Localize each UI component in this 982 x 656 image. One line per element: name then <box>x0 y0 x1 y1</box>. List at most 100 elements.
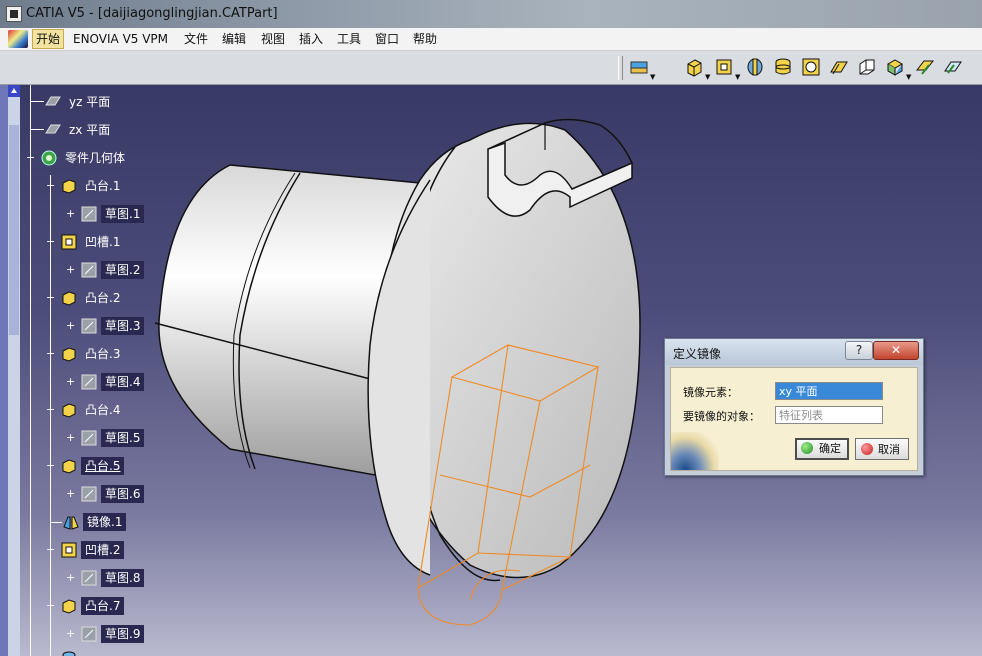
collapse-toggle[interactable]: − <box>46 180 55 191</box>
ok-icon <box>801 442 813 454</box>
tree-node-sketch-6[interactable]: 草图.6 <box>80 483 145 505</box>
tree-node-pocket-2[interactable]: 凹槽.2 <box>60 539 125 561</box>
groove-icon[interactable] <box>772 56 794 78</box>
sketch-icon <box>81 262 97 278</box>
loft-icon[interactable] <box>942 56 964 78</box>
collapse-toggle[interactable]: − <box>46 236 55 247</box>
pad-icon <box>62 179 76 194</box>
pad-icon <box>62 599 76 614</box>
pocket-icon <box>61 542 77 558</box>
tree-node-pad-3[interactable]: 凸台.3 <box>60 343 124 365</box>
dialog-title-bar[interactable]: 定义镜像 ? ✕ <box>665 339 923 365</box>
tree-scrollbar[interactable] <box>8 85 20 656</box>
close-button[interactable]: ✕ <box>873 341 919 360</box>
menu-file[interactable]: 文件 <box>181 31 211 47</box>
pad-icon <box>62 347 76 362</box>
plane-icon <box>45 124 61 134</box>
menu-insert[interactable]: 插入 <box>296 31 326 47</box>
tree-node-part-body[interactable]: 零件几何体 <box>40 147 129 169</box>
tree-node-pad-7[interactable]: 凸台.7 <box>60 595 125 617</box>
cancel-icon <box>861 443 873 455</box>
pad-icon <box>62 459 76 474</box>
define-mirror-dialog: 定义镜像 ? ✕ 镜像元素： xy 平面 要镜像的对象： 特征列表 确定 取消 <box>664 338 924 476</box>
collapse-toggle[interactable]: − <box>46 292 55 303</box>
menu-tools[interactable]: 工具 <box>334 31 364 47</box>
collapse-toggle[interactable]: − <box>46 348 55 359</box>
plane-icon <box>45 96 61 106</box>
sketch-icon <box>81 374 97 390</box>
sketch-icon <box>81 318 97 334</box>
tree-node-zx-plane[interactable]: zx 平面 <box>44 119 114 141</box>
tree-node-partial[interactable] <box>60 647 81 656</box>
solid-combine-icon[interactable] <box>884 56 906 78</box>
expand-toggle[interactable]: + <box>66 320 75 331</box>
tree-node-sketch-1[interactable]: 草图.1 <box>80 203 145 225</box>
scroll-thumb[interactable] <box>9 125 19 335</box>
object-to-mirror-label: 要镜像的对象： <box>683 410 760 423</box>
tree-node-sketch-2[interactable]: 草图.2 <box>80 259 145 281</box>
tree-node-mirror-1[interactable]: 镜像.1 <box>62 511 127 533</box>
menu-enovia[interactable]: ENOVIA V5 VPM <box>70 31 171 47</box>
collapse-toggle[interactable]: − <box>46 404 55 415</box>
collapse-toggle[interactable]: − <box>26 152 35 163</box>
tree-node-sketch-5[interactable]: 草图.5 <box>80 427 145 449</box>
sketch-icon <box>81 626 97 642</box>
stiffener-icon[interactable] <box>914 56 936 78</box>
tree-node-pad-4[interactable]: 凸台.4 <box>60 399 124 421</box>
tree-node-pad-5[interactable]: 凸台.5 <box>60 455 125 477</box>
collapse-toggle[interactable]: − <box>46 544 55 555</box>
part-body-icon <box>41 150 57 166</box>
tree-node-pocket-1[interactable]: 凹槽.1 <box>60 231 124 253</box>
toolbar-grip[interactable] <box>618 56 623 80</box>
hole-icon[interactable] <box>800 56 822 78</box>
dialog-body: 镜像元素： xy 平面 要镜像的对象： 特征列表 确定 取消 <box>670 367 918 471</box>
menu-help[interactable]: 帮助 <box>410 31 440 47</box>
expand-toggle[interactable]: + <box>66 488 75 499</box>
expand-toggle[interactable]: + <box>66 376 75 387</box>
tree-node-pad-2[interactable]: 凸台.2 <box>60 287 124 309</box>
menu-start[interactable]: 开始 <box>32 29 65 49</box>
ok-button[interactable]: 确定 <box>795 438 849 460</box>
tree-node-sketch-3[interactable]: 草图.3 <box>80 315 145 337</box>
tree-side-rail <box>0 85 8 656</box>
sketch-icon <box>81 486 97 502</box>
collapse-toggle[interactable]: − <box>46 460 55 471</box>
expand-toggle[interactable]: + <box>66 208 75 219</box>
tree-node-pad-1[interactable]: 凸台.1 <box>60 175 124 197</box>
expand-toggle[interactable]: + <box>66 628 75 639</box>
tree-node-sketch-8[interactable]: 草图.8 <box>80 567 145 589</box>
menu-view[interactable]: 视图 <box>258 31 288 47</box>
cancel-button[interactable]: 取消 <box>855 438 909 460</box>
slot-icon[interactable] <box>856 56 878 78</box>
tree-node-sketch-4[interactable]: 草图.4 <box>80 371 145 393</box>
menu-window[interactable]: 窗口 <box>372 31 402 47</box>
part-design-toolbar: ▼ ▼ ▼ ▼ <box>0 51 982 85</box>
catia-compass-logo-icon[interactable] <box>8 30 28 48</box>
tree-node-yz-plane[interactable]: yz 平面 <box>44 91 114 113</box>
menu-edit[interactable]: 编辑 <box>219 31 249 47</box>
collapse-toggle[interactable]: − <box>46 600 55 611</box>
scroll-up-arrow-icon[interactable] <box>8 85 20 97</box>
layers-icon[interactable] <box>628 56 650 78</box>
menu-bar: 开始 ENOVIA V5 VPM 文件 编辑 视图 插入 工具 窗口 帮助 <box>0 28 982 51</box>
expand-toggle[interactable]: + <box>66 432 75 443</box>
specification-tree: yz 平面 zx 平面 − 零件几何体 − 凸台.1 + 草图.1 − 凹槽.1… <box>22 85 202 656</box>
pocket-icon <box>61 234 77 250</box>
mirror-element-label: 镜像元素： <box>683 386 738 399</box>
object-to-mirror-field[interactable]: 特征列表 <box>775 406 883 424</box>
catia-app-icon[interactable] <box>6 6 22 22</box>
window-title: CATIA V5 - [daijiagonglingjian.CATPart] <box>26 6 278 21</box>
pad-icon[interactable] <box>683 56 705 78</box>
rib-icon[interactable] <box>828 56 850 78</box>
dialog-title: 定义镜像 <box>673 347 722 361</box>
pad-icon <box>62 403 76 418</box>
dialog-decoration <box>671 432 719 470</box>
help-button[interactable]: ? <box>845 341 873 360</box>
expand-toggle[interactable]: + <box>66 264 75 275</box>
pocket-icon[interactable] <box>713 56 735 78</box>
mirror-element-field[interactable]: xy 平面 <box>775 382 883 400</box>
shaft-icon[interactable] <box>744 56 766 78</box>
expand-toggle[interactable]: + <box>66 572 75 583</box>
tree-node-sketch-9[interactable]: 草图.9 <box>80 623 145 645</box>
mirror-icon <box>63 516 79 530</box>
